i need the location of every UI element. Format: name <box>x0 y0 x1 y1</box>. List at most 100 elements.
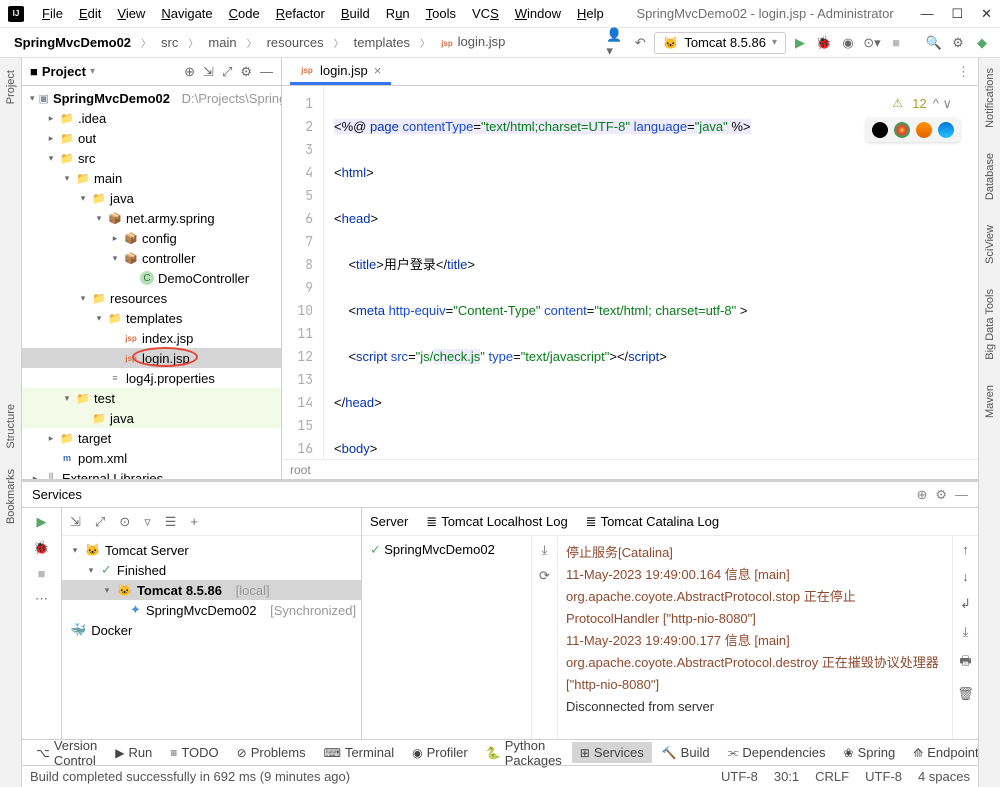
tree-item[interactable]: CDemoController <box>22 268 281 288</box>
status-indent[interactable]: 4 spaces <box>918 769 970 784</box>
btab-run[interactable]: ▶ Run <box>107 742 160 763</box>
expand-all-icon[interactable]: ⇲ <box>203 64 214 80</box>
sciview-tool[interactable]: SciView <box>984 225 996 264</box>
tree-item[interactable]: ▾📁templates <box>22 308 281 328</box>
intellij-icon[interactable] <box>872 122 888 138</box>
breadcrumb-item[interactable]: resources <box>261 33 330 52</box>
status-eol[interactable]: CRLF <box>815 769 849 784</box>
structure-tool[interactable]: Structure <box>5 404 17 449</box>
settings-icon[interactable]: ⚙ <box>948 33 968 53</box>
breadcrumb-item[interactable]: main <box>202 33 242 52</box>
btab-spring[interactable]: ❀ Spring <box>836 742 904 763</box>
hide-icon[interactable]: — <box>260 64 273 80</box>
run-icon[interactable]: ▶ <box>37 514 47 530</box>
filter-icon[interactable]: ▿ <box>144 514 151 530</box>
status-enc[interactable]: UTF-8 <box>721 769 758 784</box>
close-tab-icon[interactable]: × <box>374 63 382 78</box>
svc-docker[interactable]: 🐳Docker <box>62 620 361 640</box>
scroll-down-icon[interactable]: ↓ <box>962 569 969 584</box>
menu-vcs[interactable]: VCS <box>466 4 505 23</box>
btab-profiler[interactable]: ◉ Profiler <box>404 742 476 763</box>
editor-tab[interactable]: jsp login.jsp × <box>290 59 391 85</box>
breadcrumb-item[interactable]: jsp login.jsp <box>434 32 511 53</box>
debug-icon[interactable]: 🐞 <box>33 540 49 556</box>
scroll-end-icon[interactable]: ⤓ <box>963 624 969 640</box>
back-icon[interactable]: ↶ <box>630 33 650 53</box>
stop-button[interactable]: ■ <box>886 33 906 53</box>
gear-icon[interactable]: ⊕ <box>916 487 927 503</box>
btab-endpoints[interactable]: ⟰ Endpoints <box>905 742 978 763</box>
menu-view[interactable]: View <box>111 4 151 23</box>
project-tool[interactable]: Project <box>5 70 17 104</box>
debug-button[interactable]: 🐞 <box>814 33 834 53</box>
minimize-button[interactable]: — <box>920 6 933 22</box>
user-icon[interactable]: 👤▾ <box>606 33 626 53</box>
menu-tools[interactable]: Tools <box>420 4 462 23</box>
tab-server[interactable]: Server <box>370 514 408 529</box>
stop-icon[interactable]: ■ <box>38 566 46 581</box>
btab-build[interactable]: 🔨 Build <box>654 742 718 763</box>
menu-file[interactable]: File <box>36 4 69 23</box>
btab-deps[interactable]: ⫘ Dependencies <box>720 742 834 763</box>
breadcrumb-item[interactable]: src <box>155 33 184 52</box>
btab-problems[interactable]: ⊘ Problems <box>229 742 314 763</box>
svc-tomcat[interactable]: ▾🐱Tomcat Server <box>62 540 361 560</box>
svc-finished[interactable]: ▾✓Finished <box>62 560 361 580</box>
close-button[interactable]: ✕ <box>981 6 992 22</box>
redeploy-icon[interactable]: ⟳ <box>539 568 550 584</box>
ai-icon[interactable]: ◆ <box>972 33 992 53</box>
tree-item[interactable]: ▸⫴External Libraries <box>22 468 281 479</box>
svc-tc-instance[interactable]: ▾🐱Tomcat 8.5.86 [local] <box>62 580 361 600</box>
editor-breadcrumb[interactable]: root <box>282 459 978 479</box>
tree-item[interactable]: ▸📁target <box>22 428 281 448</box>
menu-help[interactable]: Help <box>571 4 610 23</box>
menu-code[interactable]: Code <box>223 4 266 23</box>
group-icon[interactable]: ☰ <box>165 514 177 530</box>
tree-item[interactable]: ▾📦controller <box>22 248 281 268</box>
firefox-icon[interactable] <box>916 122 932 138</box>
tree-item[interactable]: ▾📁test <box>22 388 281 408</box>
tree-item[interactable]: ▸📁.idea <box>22 108 281 128</box>
menu-edit[interactable]: Edit <box>73 4 107 23</box>
run-config-selector[interactable]: 🐱 Tomcat 8.5.86 ▾ <box>654 32 786 54</box>
gear-icon[interactable]: ⚙ <box>240 64 252 80</box>
hide-icon[interactable]: — <box>955 487 968 502</box>
bigdata-tool[interactable]: Big Data Tools <box>984 289 996 360</box>
menu-run[interactable]: Run <box>380 4 416 23</box>
menu-window[interactable]: Window <box>509 4 567 23</box>
btab-todo[interactable]: ≡ TODO <box>162 742 226 763</box>
maximize-button[interactable]: ☐ <box>951 6 963 22</box>
expand-icon[interactable]: ⇲ <box>70 514 81 530</box>
tree-item[interactable]: ▾📁java <box>22 188 281 208</box>
menu-navigate[interactable]: Navigate <box>155 4 218 23</box>
select-opened-icon[interactable]: ⊕ <box>184 64 195 80</box>
status-pos[interactable]: 30:1 <box>774 769 799 784</box>
console-output[interactable]: 停止服务[Catalina] 11-May-2023 19:49:00.164 … <box>558 536 952 739</box>
tree-item[interactable]: ≡log4j.properties <box>22 368 281 388</box>
tree-item[interactable]: ▸📁out <box>22 128 281 148</box>
more-icon[interactable]: ⋯ <box>35 591 48 607</box>
tree-item[interactable]: ▸📦config <box>22 228 281 248</box>
status-lang[interactable]: UTF-8 <box>865 769 902 784</box>
chrome-icon[interactable] <box>894 122 910 138</box>
tree-item[interactable]: ▾📁resources <box>22 288 281 308</box>
tree-item[interactable]: jspindex.jsp <box>22 328 281 348</box>
tab-localhost-log[interactable]: ≣ Tomcat Localhost Log <box>426 514 567 530</box>
tree-item[interactable]: ▾📁main <box>22 168 281 188</box>
database-tool[interactable]: Database <box>984 153 996 200</box>
btab-services[interactable]: ⊞ Services <box>572 742 652 763</box>
svc-app[interactable]: ✦SpringMvcDemo02 [Synchronized] <box>62 600 361 620</box>
edge-icon[interactable] <box>938 122 954 138</box>
menu-refactor[interactable]: Refactor <box>270 4 331 23</box>
btab-terminal[interactable]: ⌨ Terminal <box>316 742 402 763</box>
add-icon[interactable]: + <box>190 514 198 529</box>
tree-root[interactable]: ▾▣SpringMvcDemo02 D:\Projects\SpringP <box>22 88 281 108</box>
bookmarks-tool[interactable]: Bookmarks <box>5 469 17 524</box>
tab-menu-icon[interactable]: ⋮ <box>949 64 978 80</box>
collapse-icon[interactable]: ⤢ <box>95 514 105 530</box>
profile-button[interactable]: ⊙▾ <box>862 33 882 53</box>
print-icon[interactable]: 🖶 <box>959 652 971 674</box>
menu-build[interactable]: Build <box>335 4 376 23</box>
notifications-tool[interactable]: Notifications <box>984 68 996 128</box>
wrap-icon[interactable]: ↲ <box>960 596 971 612</box>
